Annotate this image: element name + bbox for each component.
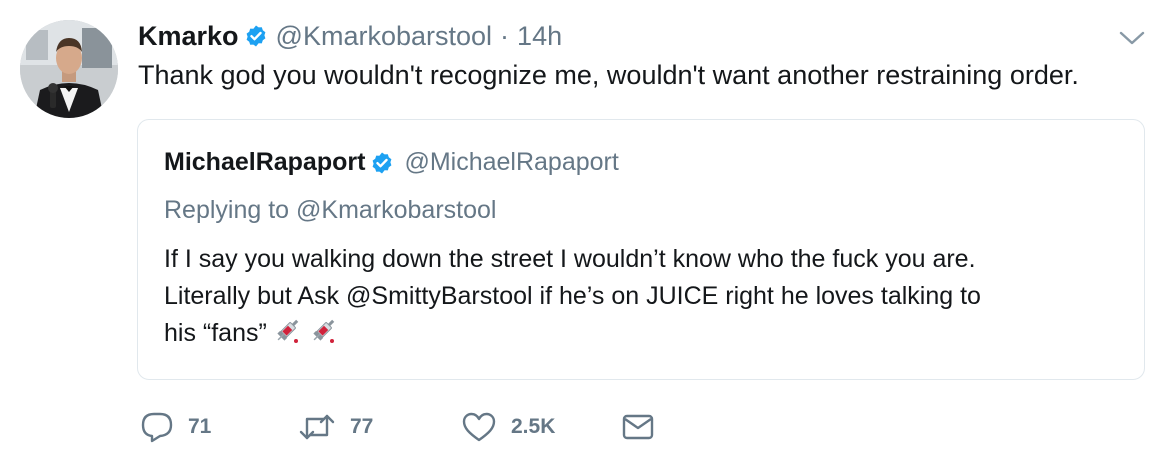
- quoted-tweet[interactable]: MichaelRapaport @MichaelRapaport Replyin…: [137, 119, 1145, 380]
- direct-message-action[interactable]: [621, 413, 655, 441]
- reply-count: 71: [188, 415, 212, 438]
- like-action[interactable]: 2.5K: [461, 411, 621, 443]
- quoted-header: MichaelRapaport @MichaelRapaport: [164, 148, 619, 177]
- author-handle[interactable]: @Kmarkobarstool: [276, 21, 493, 52]
- timestamp[interactable]: 14h: [517, 21, 562, 52]
- heart-icon[interactable]: [461, 411, 497, 443]
- chevron-down-icon[interactable]: [1118, 28, 1146, 48]
- tweet-card: Kmarko @Kmarkobarstool · 14h Thank god y…: [0, 0, 1170, 450]
- tweet-actions: 71 77 2.5K: [140, 407, 655, 447]
- quoted-text-fragment: his “fans”: [164, 319, 267, 347]
- tweet-text: Thank god you wouldn't recognize me, wou…: [138, 60, 1079, 90]
- retweet-icon[interactable]: [298, 411, 336, 443]
- retweet-action[interactable]: 77: [298, 411, 461, 443]
- reply-icon[interactable]: [140, 411, 174, 443]
- quoted-text-line: If I say you walking down the street I w…: [164, 245, 976, 273]
- quoted-text-line: Literally but Ask @SmittyBarstool if he’…: [164, 282, 981, 310]
- retweet-count: 77: [350, 415, 374, 438]
- author-name[interactable]: Kmarko: [138, 21, 239, 52]
- syringe-icon: [273, 315, 303, 345]
- quoted-text-line: his “fans”: [164, 315, 1124, 352]
- tweet-header: Kmarko @Kmarkobarstool · 14h: [138, 20, 562, 52]
- like-count: 2.5K: [511, 415, 556, 438]
- syringe-icon: [309, 315, 339, 345]
- verified-badge-icon: [244, 24, 268, 48]
- avatar-image: [20, 20, 118, 118]
- replying-to: Replying to @Kmarkobarstool: [164, 196, 497, 224]
- separator-dot: ·: [500, 20, 510, 51]
- envelope-icon[interactable]: [621, 413, 655, 441]
- avatar[interactable]: [20, 20, 118, 118]
- quoted-author-handle: @MichaelRapaport: [404, 148, 619, 176]
- reply-action[interactable]: 71: [140, 411, 298, 443]
- verified-badge-icon: [370, 151, 394, 175]
- quoted-text: If I say you walking down the street I w…: [164, 241, 1124, 352]
- quoted-author-name: MichaelRapaport: [164, 148, 366, 176]
